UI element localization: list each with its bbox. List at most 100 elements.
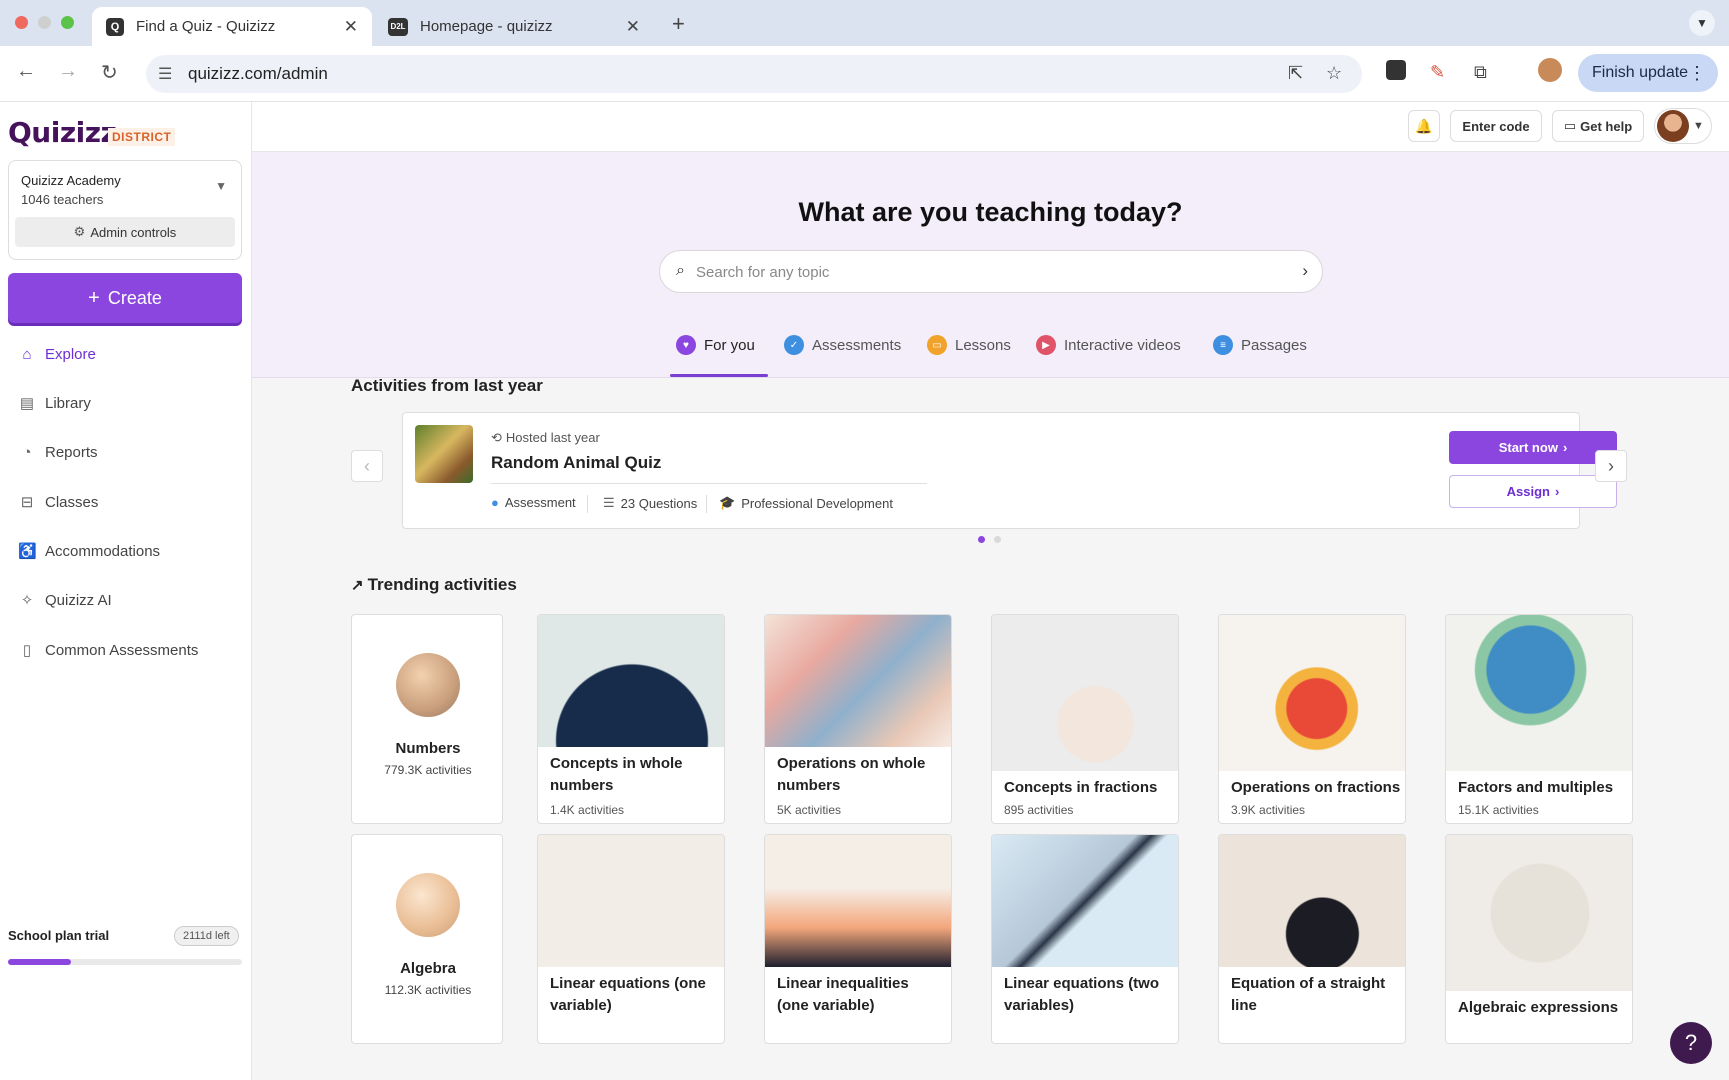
finish-update-label: Finish update	[1592, 64, 1689, 81]
topic-name: Concepts in whole numbers	[550, 755, 683, 794]
start-now-button[interactable]: Start now ›	[1449, 431, 1617, 464]
url-text[interactable]: quizizz.com/admin	[188, 64, 328, 84]
sidebar-item-explore[interactable]: ⌂ Explore	[18, 342, 95, 366]
subject-card-numbers[interactable]: Numbers 779.3K activities	[351, 614, 503, 824]
home-icon: ⌂	[22, 345, 32, 363]
user-menu[interactable]: ▼	[1654, 108, 1712, 144]
new-tab-icon[interactable]: +	[672, 11, 685, 37]
create-button[interactable]: + Create	[8, 273, 242, 323]
topic-count: 5K activities	[777, 803, 842, 817]
sidebar-item-library[interactable]: ▤ Library	[18, 391, 91, 415]
minimize-window-button[interactable]	[38, 16, 51, 29]
tab-assessments[interactable]: ✓ Assessments	[784, 328, 901, 362]
plus-icon: +	[88, 286, 100, 309]
topic-name: Operations on whole numbers	[777, 755, 926, 794]
more-vert-icon: ⋮	[1688, 62, 1706, 83]
subject-card-algebra[interactable]: Algebra 112.3K activities	[351, 834, 503, 1044]
carousel-next-button[interactable]: ›	[1595, 450, 1627, 482]
topic-illustration	[765, 835, 951, 967]
topic-card[interactable]: Algebraic expressions	[1445, 834, 1633, 1044]
tab-label: Passages	[1241, 336, 1307, 354]
topic-card[interactable]: Concepts in whole numbers 1.4K activitie…	[537, 614, 725, 824]
browser-profile-avatar[interactable]	[1538, 58, 1562, 82]
topic-card[interactable]: Operations on whole numbers 5K activitie…	[764, 614, 952, 824]
sidebar-item-quizizz-ai[interactable]: ✧ Quizizz AI	[18, 588, 112, 612]
maximize-window-button[interactable]	[61, 16, 74, 29]
library-icon: ▤	[19, 395, 35, 412]
topic-card[interactable]: Operations on fractions 3.9K activities	[1218, 614, 1406, 824]
chevron-down-icon[interactable]: ▼	[215, 179, 227, 193]
passage-icon: ≡	[1213, 335, 1233, 355]
carousel-prev-button[interactable]: ‹	[351, 450, 383, 482]
topic-card[interactable]: Factors and multiples 15.1K activities	[1445, 614, 1633, 824]
tab-for-you[interactable]: ♥ For you	[676, 328, 755, 362]
admin-controls-label: Admin controls	[90, 224, 177, 240]
create-label: Create	[107, 287, 162, 308]
sidebar-item-reports[interactable]: ◔ Reports	[18, 440, 97, 464]
subject-name: Numbers	[395, 740, 461, 757]
classes-icon: ⊟	[20, 494, 34, 511]
chevron-down-icon: ▼	[1693, 120, 1704, 132]
topic-card[interactable]: Linear equations (one variable)	[537, 834, 725, 1044]
get-help-button[interactable]: ▭ Get help	[1552, 110, 1644, 142]
sidebar-item-common-assessments[interactable]: ▯ Common Assessments	[18, 638, 199, 662]
tab-label: For you	[704, 336, 755, 354]
admin-controls-button[interactable]: ⚙ Admin controls	[15, 217, 235, 247]
activity-title[interactable]: Random Animal Quiz	[491, 453, 661, 473]
tab-label: Assessments	[812, 336, 902, 354]
topic-card[interactable]: Concepts in fractions 895 activities	[991, 614, 1179, 824]
browser-tab[interactable]: D2L Homepage - quizizz ✕	[374, 7, 654, 46]
extensions-puzzle-icon[interactable]: ⧉	[1474, 62, 1487, 83]
sidebar-item-accommodations[interactable]: ♿ Accommodations	[18, 539, 160, 563]
activities-section-title: Activities from last year	[351, 376, 543, 395]
help-chat-button[interactable]: ?	[1670, 1022, 1712, 1064]
carousel-dot-active[interactable]	[978, 536, 985, 543]
clipboard-icon: ▯	[22, 642, 32, 659]
sidebar-item-classes[interactable]: ⊟ Classes	[18, 490, 99, 514]
avatar	[1657, 110, 1689, 142]
activity-category: 🎓 Professional Development	[719, 495, 893, 511]
activity-card[interactable]: ⟲ Hosted last year Random Animal Quiz ● As…	[402, 412, 1617, 529]
open-external-icon[interactable]: ⇱	[1288, 63, 1303, 84]
close-tab-icon[interactable]: ✕	[626, 17, 640, 37]
reload-icon[interactable]: ↻	[101, 60, 118, 85]
bookmark-star-icon[interactable]: ☆	[1326, 63, 1342, 84]
carousel-dot[interactable]	[994, 536, 1001, 543]
topic-card[interactable]: Linear inequalities (one variable)	[764, 834, 952, 1044]
notifications-bell-icon[interactable]: 🔔	[1408, 110, 1440, 142]
tab-lessons[interactable]: ▭ Lessons	[927, 328, 1011, 362]
top-bar: 🔔 Enter code ▭ Get help ▼	[252, 102, 1729, 152]
forward-icon[interactable]: →	[58, 60, 78, 83]
site-info-icon[interactable]: ☰	[158, 64, 172, 84]
trending-up-icon: ↗	[351, 577, 364, 594]
topic-illustration	[1446, 835, 1632, 991]
chevron-right-icon[interactable]: ›	[1302, 261, 1308, 281]
trending-section-title: ↗ Trending activities	[351, 575, 517, 594]
address-bar[interactable]: ☰ quizizz.com/admin ⇱ ☆	[146, 55, 1362, 93]
browser-tab-active[interactable]: Q Find a Quiz - Quizizz ✕	[92, 7, 372, 46]
quizizz-extension-icon[interactable]	[1386, 60, 1406, 80]
enter-code-button[interactable]: Enter code	[1450, 110, 1542, 142]
close-tab-icon[interactable]: ✕	[344, 17, 358, 37]
quizizz-logo[interactable]: Quizizz	[8, 116, 117, 149]
tab-interactive-videos[interactable]: ▶ Interactive videos	[1036, 328, 1181, 362]
browser-tab-bar: Q Find a Quiz - Quizizz ✕ D2L Homepage -…	[0, 0, 1729, 46]
search-input[interactable]	[696, 259, 1256, 285]
organization-switcher[interactable]: Quizizz Academy 1046 teachers ▼ ⚙ Admin …	[8, 160, 242, 260]
close-window-button[interactable]	[15, 16, 28, 29]
topic-card[interactable]: Equation of a straight line	[1218, 834, 1406, 1044]
org-teacher-count: 1046 teachers	[21, 192, 104, 207]
back-icon[interactable]: ←	[16, 60, 36, 83]
topic-name: Factors and multiples	[1458, 779, 1614, 796]
finish-update-button[interactable]: Finish update ⋮	[1578, 54, 1718, 92]
heart-icon: ♥	[676, 335, 696, 355]
search-box[interactable]: ⌕ ›	[659, 250, 1323, 293]
divider	[491, 483, 927, 484]
tab-passages[interactable]: ≡ Passages	[1213, 328, 1307, 362]
chevron-right-icon: ›	[1555, 484, 1560, 499]
assign-button[interactable]: Assign ›	[1449, 475, 1617, 508]
pen-extension-icon[interactable]: ✎	[1430, 62, 1445, 83]
topic-card[interactable]: Linear equations (two variables)	[991, 834, 1179, 1044]
assessment-icon: ✓	[784, 335, 804, 355]
tab-search-chevron-icon[interactable]: ▼	[1689, 10, 1715, 36]
